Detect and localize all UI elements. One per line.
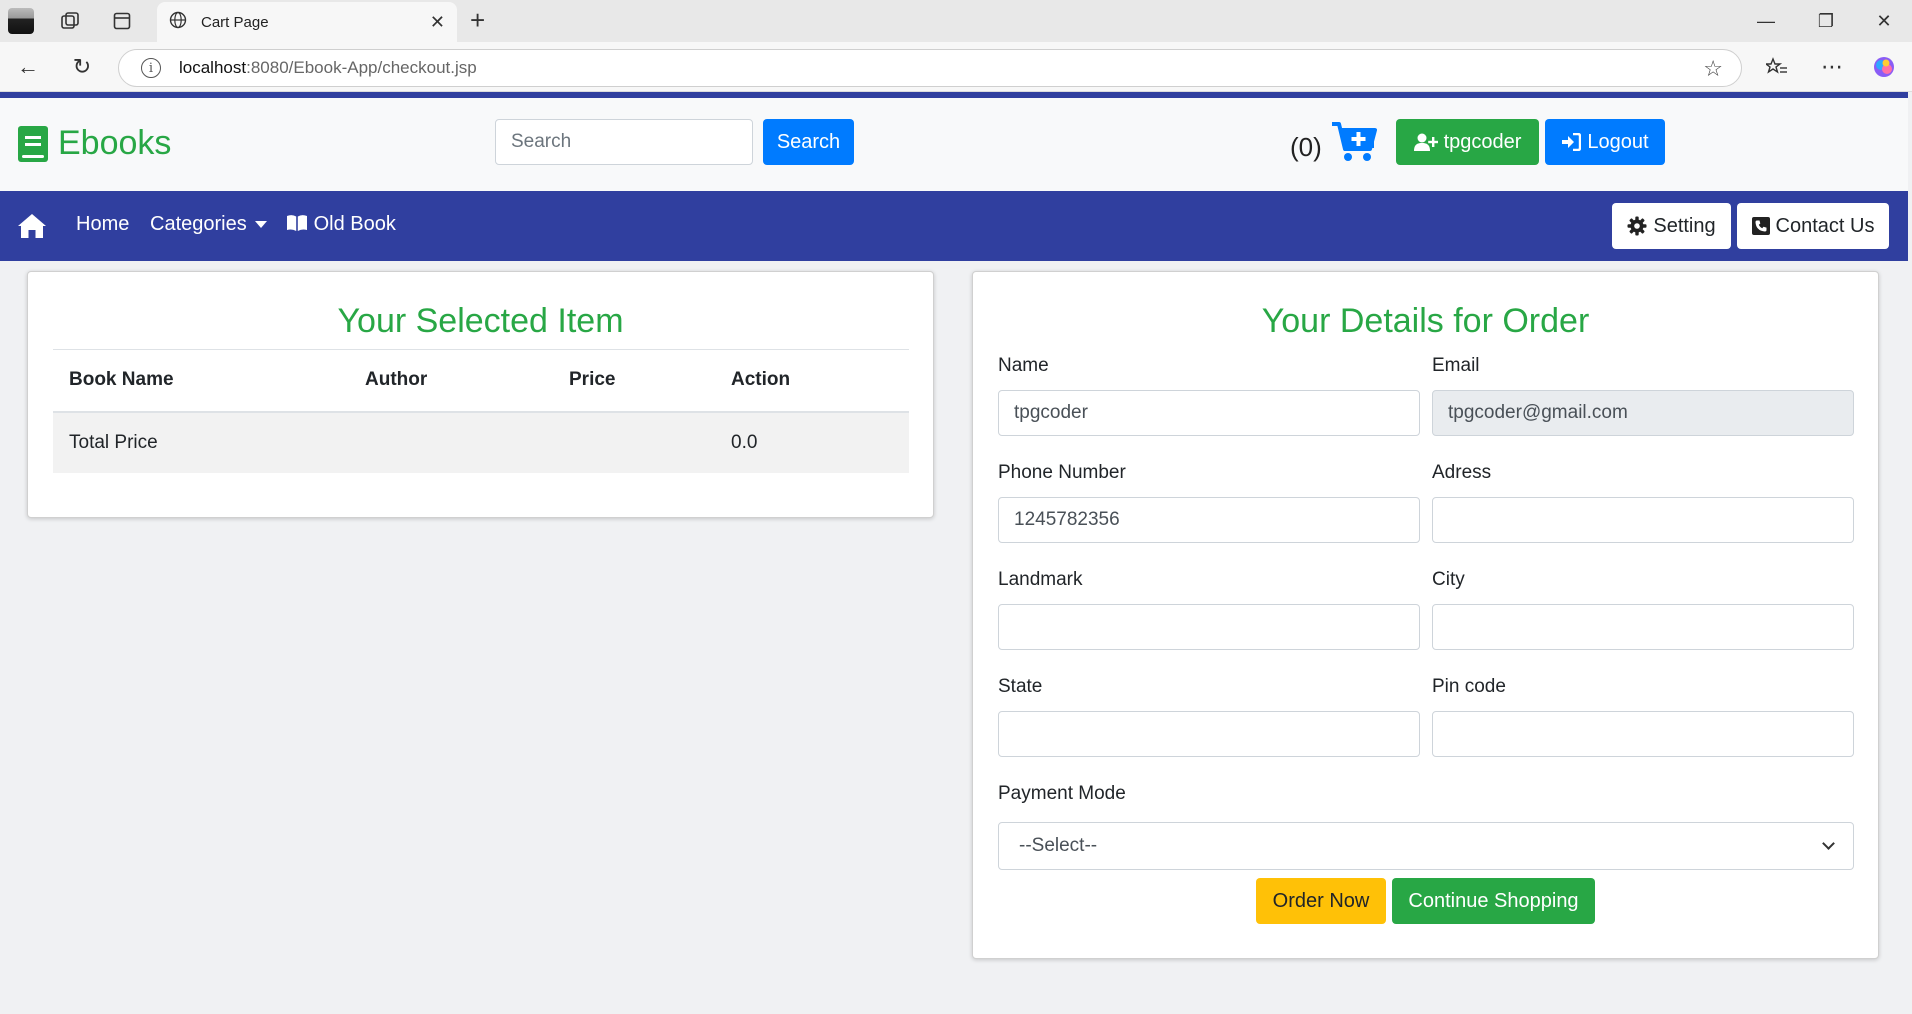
favorites-icon[interactable] [1762, 52, 1792, 82]
contact-label: Contact Us [1775, 214, 1875, 237]
nav-categories[interactable]: Categories [150, 213, 267, 236]
setting-button[interactable]: Setting [1612, 203, 1731, 249]
pincode-field[interactable] [1432, 711, 1854, 757]
page: Ebooks Search (0) tpgcoder Log [0, 92, 1908, 1014]
brand-name: Ebooks [58, 124, 172, 162]
categories-label: Categories [150, 213, 247, 235]
city-field[interactable] [1432, 604, 1854, 650]
contact-button[interactable]: Contact Us [1737, 203, 1889, 249]
state-label: State [998, 676, 1043, 697]
email-label: Email [1432, 355, 1480, 376]
new-tab-icon[interactable]: + [470, 5, 485, 35]
url-host: localhost [179, 58, 247, 77]
brand-logo[interactable]: Ebooks [18, 124, 171, 163]
name-field[interactable] [998, 390, 1420, 436]
phone-square-icon [1751, 217, 1770, 235]
payment-mode-label: Payment Mode [998, 783, 1126, 804]
cart-icon[interactable] [1330, 120, 1378, 164]
caret-down-icon [254, 221, 267, 229]
chevron-down-icon [1822, 837, 1835, 850]
globe-icon [169, 11, 187, 34]
selected-items-title: Your Selected Item [337, 302, 624, 340]
open-book-icon [286, 213, 314, 235]
user-button-label: tpgcoder [1443, 130, 1522, 153]
close-window-icon[interactable]: ✕ [1864, 6, 1904, 36]
total-empty-cell [553, 411, 715, 473]
url-path: :8080/Ebook-App/checkout.jsp [246, 58, 477, 77]
user-plus-icon [1413, 133, 1438, 151]
col-action: Action [715, 349, 909, 413]
user-button[interactable]: tpgcoder [1396, 119, 1539, 165]
back-icon[interactable]: ← [13, 52, 43, 82]
phone-label: Phone Number [998, 462, 1126, 483]
tab-actions-icon[interactable] [107, 6, 137, 36]
order-details-card: Your Details for Order Name Email Phone … [972, 271, 1879, 959]
nav-home[interactable]: Home [76, 213, 129, 236]
order-details-title: Your Details for Order [1261, 302, 1590, 340]
pincode-label: Pin code [1432, 676, 1506, 697]
email-field[interactable] [1432, 390, 1854, 436]
logout-button[interactable]: Logout [1545, 119, 1665, 165]
table-header-row: Book Name Author Price Action [53, 349, 909, 413]
home-icon[interactable] [17, 213, 47, 239]
profile-avatar[interactable] [8, 8, 34, 34]
total-label: Total Price [53, 411, 349, 473]
browser-toolbar: ← ↻ i localhost:8080/Ebook-App/checkout.… [0, 42, 1912, 92]
book-icon [18, 125, 48, 162]
order-now-button[interactable]: Order Now [1256, 878, 1386, 924]
state-field[interactable] [998, 711, 1420, 757]
col-book-name: Book Name [53, 349, 349, 413]
total-row: Total Price 0.0 [53, 411, 909, 473]
col-price: Price [553, 349, 715, 413]
search-button[interactable]: Search [763, 119, 854, 165]
address-field[interactable] [1432, 497, 1854, 543]
total-value: 0.0 [715, 411, 909, 473]
favorite-star-icon[interactable]: ☆ [1703, 56, 1723, 82]
workspaces-icon[interactable] [55, 6, 85, 36]
nav-old-book[interactable]: Old Book [286, 213, 396, 236]
col-author: Author [349, 349, 553, 413]
restore-icon[interactable]: ❐ [1806, 6, 1846, 36]
continue-shopping-button[interactable]: Continue Shopping [1392, 878, 1595, 924]
address-label: Adress [1432, 462, 1492, 483]
main-navbar: Home Categories Old Book Setting Contact… [0, 191, 1908, 261]
more-menu-icon[interactable]: ⋯ [1817, 52, 1847, 82]
setting-label: Setting [1653, 214, 1716, 237]
cart-count: (0) [1290, 132, 1322, 162]
landmark-field[interactable] [998, 604, 1420, 650]
browser-tab-strip: Cart Page ✕ + — ❐ ✕ [0, 0, 1912, 42]
minimize-icon[interactable]: — [1746, 6, 1786, 36]
phone-field[interactable] [998, 497, 1420, 543]
address-bar[interactable]: i localhost:8080/Ebook-App/checkout.jsp … [118, 49, 1742, 87]
old-book-label: Old Book [313, 213, 396, 235]
payment-mode-value: --Select-- [1019, 835, 1098, 856]
payment-mode-select[interactable]: --Select-- [998, 822, 1854, 870]
cart-table: Book Name Author Price Action Total Pric… [53, 349, 909, 473]
site-info-icon[interactable]: i [141, 58, 161, 78]
gear-icon [1627, 216, 1647, 236]
refresh-icon[interactable]: ↻ [67, 52, 97, 82]
tab-title: Cart Page [201, 13, 269, 31]
total-empty-cell [349, 411, 553, 473]
logout-button-label: Logout [1587, 130, 1649, 153]
landmark-label: Landmark [998, 569, 1083, 590]
copilot-icon[interactable] [1869, 52, 1899, 82]
site-header: Ebooks Search (0) tpgcoder Log [0, 98, 1908, 191]
sign-in-icon [1561, 133, 1582, 151]
name-label: Name [998, 355, 1049, 376]
city-label: City [1432, 569, 1465, 590]
browser-tab[interactable]: Cart Page ✕ [157, 2, 457, 42]
search-input[interactable] [495, 119, 753, 165]
close-tab-icon[interactable]: ✕ [430, 12, 445, 33]
selected-items-card: Your Selected Item Book Name Author Pric… [27, 271, 934, 518]
